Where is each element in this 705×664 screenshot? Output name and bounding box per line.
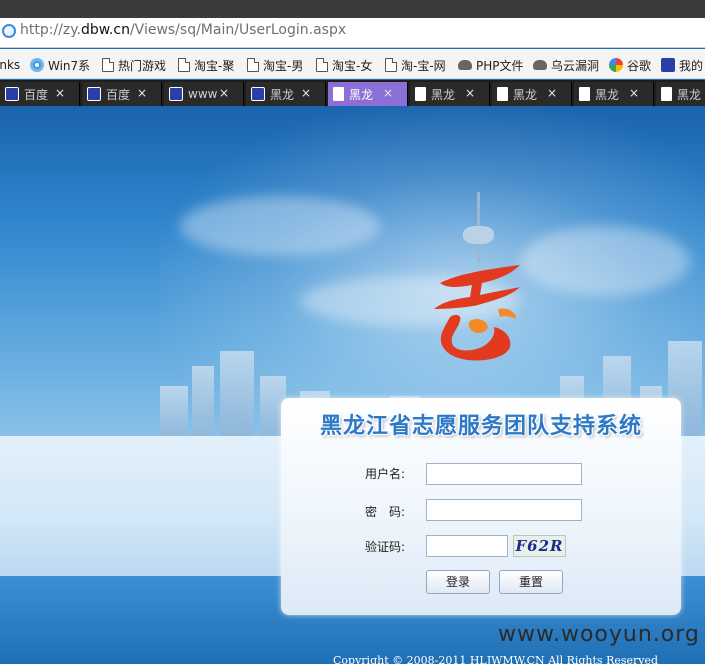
site-globe-icon	[2, 24, 16, 38]
tv-tower-pod	[463, 226, 494, 244]
watermark: www.wooyun.org	[498, 622, 700, 647]
cloud-icon	[533, 60, 547, 70]
close-icon[interactable]: ×	[465, 86, 475, 100]
tab-label: 黑龙	[513, 87, 538, 102]
paw-icon	[87, 87, 101, 101]
bookmark-item[interactable]: 热门游戏	[102, 57, 166, 73]
bookmark-label: Win7系	[48, 58, 91, 73]
captcha-label: 验证码:	[365, 540, 406, 554]
bookmark-item[interactable]: 淘宝-女	[316, 57, 372, 73]
close-icon[interactable]: ×	[629, 86, 639, 100]
tab[interactable]: 黑龙 ×	[492, 82, 572, 106]
document-icon	[415, 87, 426, 101]
close-icon[interactable]: ×	[301, 86, 311, 100]
tab-bar: 百度 × 百度 × www × 黑龙 × 黑龙 × 黑龙 × 黑龙 × 黑龙 × 黑龙	[0, 80, 705, 106]
close-icon[interactable]: ×	[55, 86, 65, 100]
url-text[interactable]: http://zy.dbw.cn/Views/sq/Main/UserLogin…	[20, 22, 346, 38]
document-icon	[385, 58, 397, 72]
reset-button[interactable]: 重置	[499, 570, 563, 594]
bookmark-label: 乌云漏洞	[551, 58, 600, 73]
building	[192, 366, 214, 446]
document-icon	[497, 87, 508, 101]
bookmark-item[interactable]: 淘宝-男	[247, 57, 303, 73]
url-domain: dbw.cn	[80, 22, 130, 38]
disc-icon	[30, 58, 44, 72]
system-title: 黑龙江省志愿服务团队支持系统	[319, 414, 642, 439]
document-icon	[102, 58, 114, 72]
tab-label: 黑龙	[677, 87, 702, 102]
document-icon	[178, 58, 190, 72]
username-input[interactable]	[426, 463, 582, 485]
bookmark-label: 我的	[679, 58, 704, 73]
tab[interactable]: 黑龙 ×	[410, 82, 490, 106]
volunteer-logo-icon	[420, 255, 530, 365]
bookmark-label: 淘宝-女	[332, 58, 373, 73]
paw-icon	[169, 87, 183, 101]
close-icon[interactable]: ×	[137, 86, 147, 100]
tab[interactable]: 黑龙	[656, 82, 705, 106]
password-input[interactable]	[426, 499, 582, 521]
document-icon	[316, 58, 328, 72]
bookmark-label: 热门游戏	[118, 58, 167, 73]
bookmark-label: 淘宝-男	[263, 58, 304, 73]
login-button[interactable]: 登录	[426, 570, 490, 594]
tab[interactable]: 百度 ×	[82, 82, 162, 106]
google-icon	[609, 58, 623, 72]
document-icon	[579, 87, 590, 101]
tab[interactable]: www ×	[164, 82, 244, 106]
paw-icon	[661, 58, 675, 72]
window-top-strip	[0, 0, 705, 18]
building	[220, 351, 254, 446]
close-icon[interactable]: ×	[219, 86, 229, 100]
bookmark-label: 谷歌	[627, 58, 652, 73]
bookmark-item[interactable]: 淘-宝-网	[385, 57, 446, 73]
cloud-shape	[180, 196, 380, 256]
bookmark-item[interactable]: inks	[0, 57, 20, 73]
bookmark-item[interactable]: 我的	[661, 57, 703, 73]
username-label: 用户名:	[365, 467, 406, 481]
bookmark-item[interactable]: 谷歌	[609, 57, 651, 73]
bookmark-item[interactable]: Win7系	[30, 57, 90, 73]
tab-label: 黑龙	[349, 87, 374, 102]
close-icon[interactable]: ×	[383, 86, 393, 100]
bookmark-label: 淘宝-聚	[194, 58, 235, 73]
paw-icon	[251, 87, 265, 101]
address-bar[interactable]: http://zy.dbw.cn/Views/sq/Main/UserLogin…	[0, 18, 705, 48]
tab-label: 黑龙	[431, 87, 456, 102]
bookmark-item[interactable]: 乌云漏洞	[533, 57, 599, 73]
password-label: 密 码:	[365, 505, 406, 519]
document-icon	[247, 58, 259, 72]
tab[interactable]: 黑龙 ×	[574, 82, 654, 106]
copyright-footer: Copyright © 2008-2011 HLJWMW.CN All Righ…	[333, 654, 659, 664]
cloud-icon	[458, 60, 472, 70]
url-prefix: http://zy.	[20, 22, 81, 38]
close-icon[interactable]: ×	[547, 86, 557, 100]
bookmark-label: 淘-宝-网	[401, 58, 446, 73]
cloud-shape	[520, 226, 690, 296]
document-icon	[333, 87, 344, 101]
paw-icon	[5, 87, 19, 101]
tab[interactable]: 黑龙 ×	[246, 82, 326, 106]
captcha-image[interactable]: F62R	[513, 535, 566, 557]
document-icon	[661, 87, 672, 101]
tab-label: 黑龙	[595, 87, 620, 102]
bookmark-label: PHP文件	[476, 58, 524, 73]
captcha-input[interactable]	[426, 535, 508, 557]
bookmark-label: inks	[0, 58, 21, 72]
tab-active[interactable]: 黑龙 ×	[328, 82, 408, 106]
tab[interactable]: 百度 ×	[0, 82, 80, 106]
url-path: /Views/sq/Main/UserLogin.aspx	[129, 22, 347, 38]
bookmarks-bar: inks Win7系 热门游戏 淘宝-聚 淘宝-男 淘宝-女 淘-宝-网 PHP…	[0, 49, 705, 79]
bookmark-item[interactable]: PHP文件	[458, 57, 524, 73]
bookmark-item[interactable]: 淘宝-聚	[178, 57, 234, 73]
